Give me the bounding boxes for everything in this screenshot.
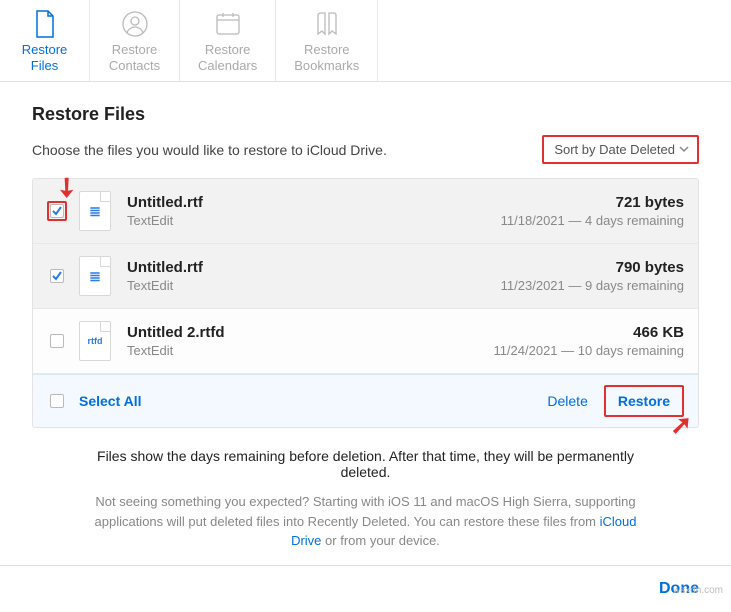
sort-label: Sort by Date Deleted — [554, 142, 675, 157]
action-bar: Select All Delete Restore — [33, 374, 698, 427]
delete-button[interactable]: Delete — [537, 387, 597, 415]
file-app: TextEdit — [127, 213, 501, 228]
annotation-arrow-icon: ➘ — [665, 415, 696, 437]
file-type-icon: rtfd — [79, 321, 111, 361]
tab-label: Restore Calendars — [198, 42, 257, 73]
file-name: Untitled.rtf — [127, 194, 501, 211]
file-name: Untitled 2.rtfd — [127, 324, 493, 341]
sort-dropdown[interactable]: Sort by Date Deleted — [542, 135, 699, 164]
tab-restore-contacts[interactable]: Restore Contacts — [90, 0, 180, 81]
file-type-icon: ≣ — [79, 256, 111, 296]
tab-bar: Restore Files Restore Contacts Restore C… — [0, 0, 731, 82]
help-text: Not seeing something you expected? Start… — [32, 484, 699, 565]
tab-restore-bookmarks[interactable]: Restore Bookmarks — [276, 0, 378, 81]
checkbox[interactable] — [50, 204, 64, 218]
restore-button[interactable]: Restore — [604, 385, 684, 417]
file-app: TextEdit — [127, 343, 493, 358]
file-size: 466 KB — [493, 324, 684, 341]
file-icon — [31, 10, 59, 38]
footer-note: Files show the days remaining before del… — [32, 428, 699, 484]
select-all-checkbox[interactable] — [50, 394, 64, 408]
bookmark-icon — [313, 10, 341, 38]
page-title: Restore Files — [32, 104, 699, 125]
checkbox[interactable] — [50, 334, 64, 348]
file-type-icon: ≣ — [79, 191, 111, 231]
file-meta: 11/23/2021 — 9 days remaining — [501, 278, 684, 293]
select-all-button[interactable]: Select All — [79, 393, 142, 409]
file-list: ≣ Untitled.rtf TextEdit 721 bytes 11/18/… — [32, 178, 699, 428]
watermark: wsxdn.com — [673, 585, 723, 596]
file-size: 721 bytes — [501, 194, 684, 211]
contact-icon — [121, 10, 149, 38]
tab-label: Restore Contacts — [109, 42, 160, 73]
file-row[interactable]: ≣ Untitled.rtf TextEdit 721 bytes 11/18/… — [33, 179, 698, 244]
file-meta: 11/24/2021 — 10 days remaining — [493, 343, 684, 358]
tab-restore-files[interactable]: Restore Files — [0, 0, 90, 81]
tab-restore-calendars[interactable]: Restore Calendars — [180, 0, 276, 81]
file-app: TextEdit — [127, 278, 501, 293]
file-name: Untitled.rtf — [127, 259, 501, 276]
file-row[interactable]: rtfd Untitled 2.rtfd TextEdit 466 KB 11/… — [33, 309, 698, 374]
tab-label: Restore Bookmarks — [294, 42, 359, 73]
checkbox[interactable] — [50, 269, 64, 283]
page-subtitle: Choose the files you would like to resto… — [32, 142, 387, 158]
tab-label: Restore Files — [22, 42, 68, 73]
file-meta: 11/18/2021 — 4 days remaining — [501, 213, 684, 228]
file-size: 790 bytes — [501, 259, 684, 276]
file-row[interactable]: ≣ Untitled.rtf TextEdit 790 bytes 11/23/… — [33, 244, 698, 309]
calendar-icon — [214, 10, 242, 38]
chevron-down-icon — [679, 142, 689, 157]
